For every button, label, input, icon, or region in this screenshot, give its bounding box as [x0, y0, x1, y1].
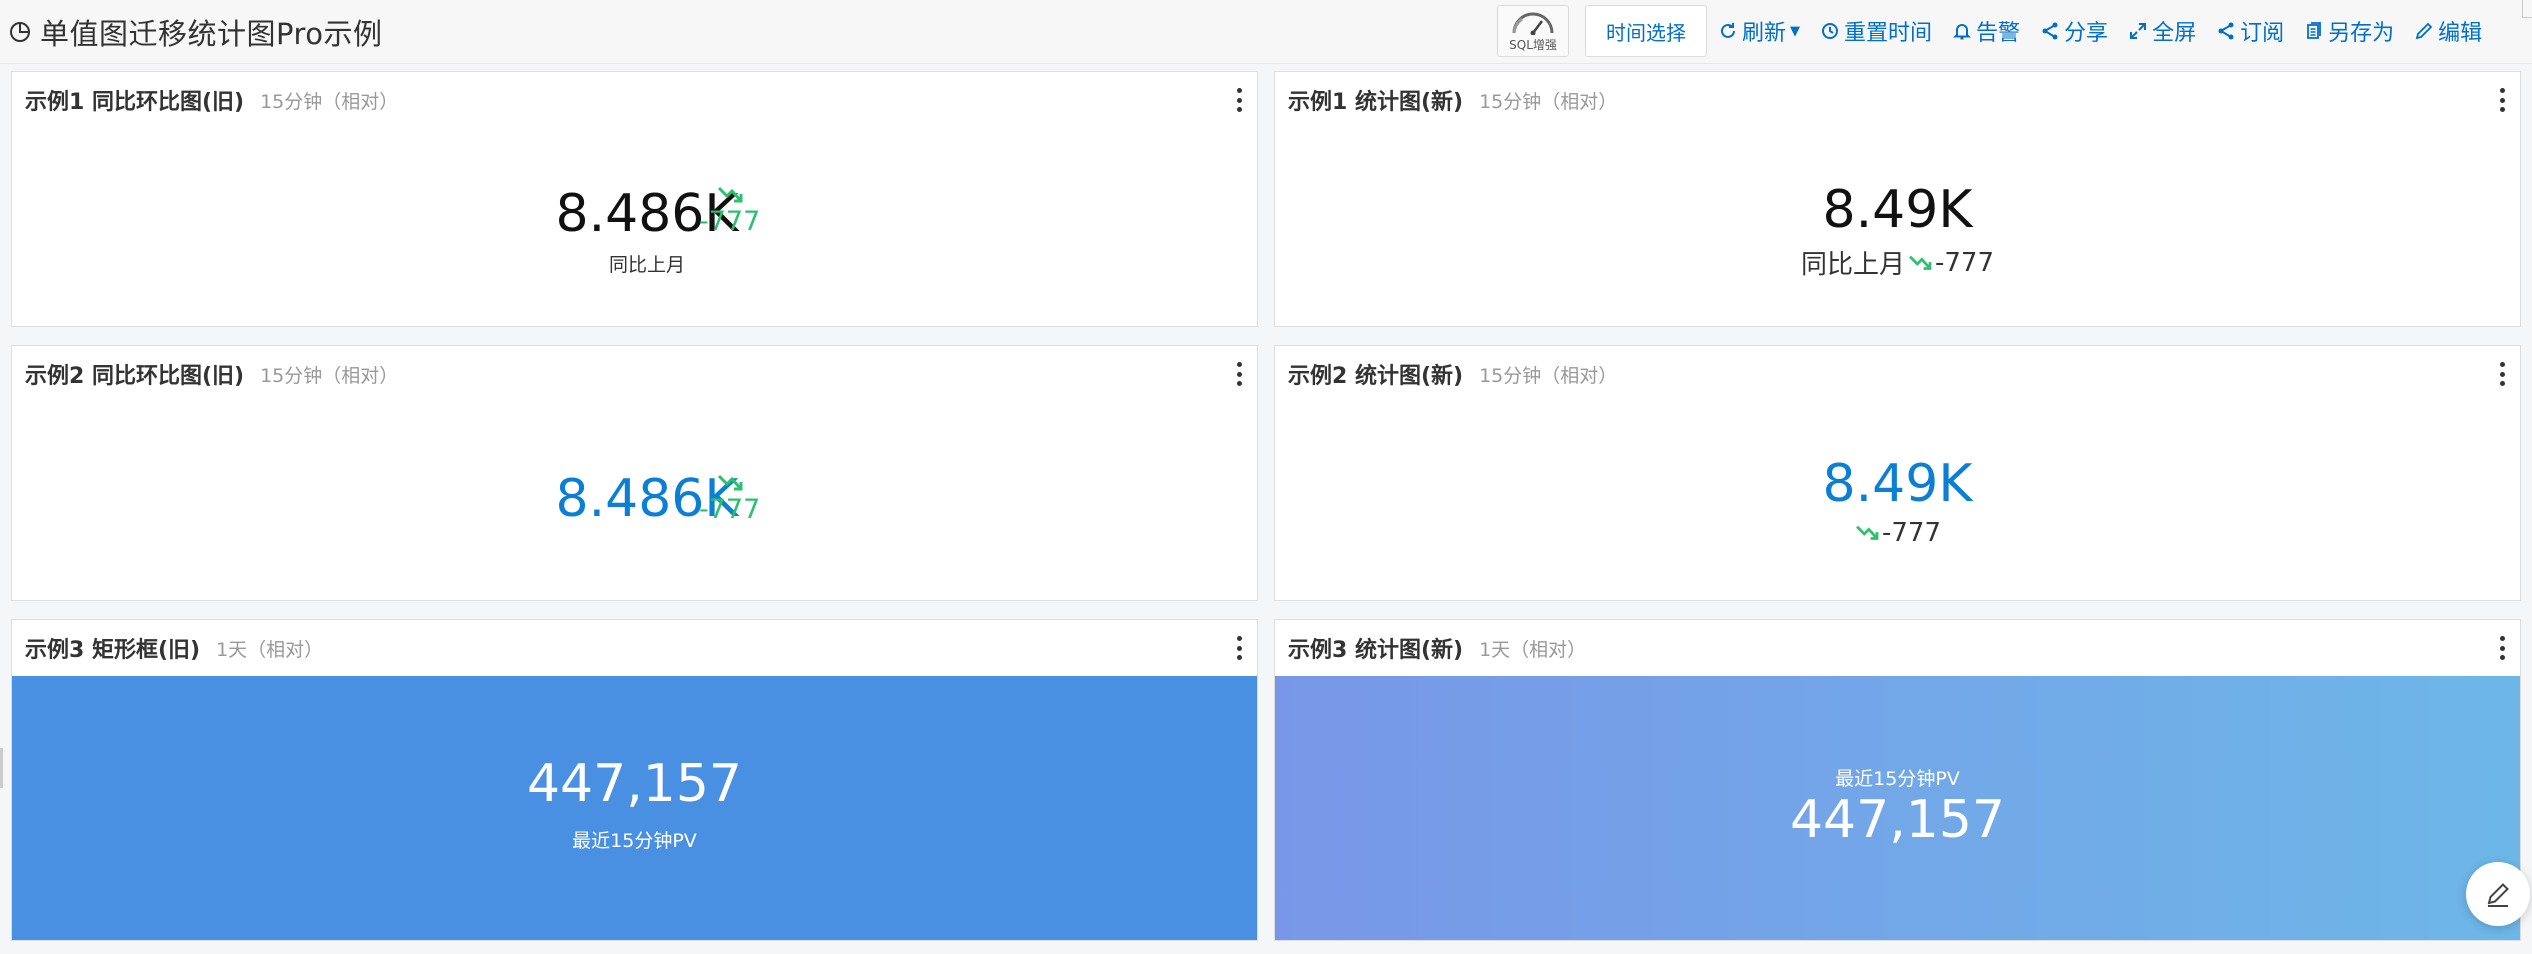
page-title: 单值图迁移统计图Pro示例: [40, 17, 383, 51]
panel-header: 示例3 矩形框(旧) 1天（相对）: [12, 620, 1257, 676]
rect-box: 447,157 最近15分钟PV: [12, 676, 1257, 940]
save-as-icon: [2307, 22, 2321, 39]
toolbar: 刷新 ▼ 重置时间 告警 分享 全屏 订阅 另存为 编辑: [1718, 14, 2502, 48]
panel-p1-new: 示例1 统计图(新) 15分钟（相对） 8.49K 同比上月 -777: [1274, 71, 2521, 327]
share-icon: [2042, 22, 2058, 40]
reset-time-button[interactable]: 重置时间: [1820, 15, 1932, 47]
subscribe-icon: [2218, 22, 2234, 40]
edit-icon: [2415, 22, 2433, 40]
panel-p3-old: 示例3 矩形框(旧) 1天（相对） 447,157 最近15分钟PV: [11, 619, 1258, 941]
trend-delta: -777: [1935, 247, 1995, 278]
trend-delta: -777: [699, 494, 761, 525]
subscribe-label: 订阅: [2240, 21, 2285, 46]
panel-p2-new: 示例2 统计图(新) 15分钟（相对） 8.49K -777: [1274, 345, 2521, 601]
panel-title: 示例3 统计图(新): [1288, 638, 1464, 663]
panel-time-range: 1天（相对）: [216, 638, 324, 661]
resize-handle[interactable]: [0, 748, 3, 788]
chevron-down-icon[interactable]: ▼: [1790, 24, 1800, 39]
more-menu-icon[interactable]: [1235, 88, 1243, 112]
more-menu-icon[interactable]: [1235, 636, 1243, 660]
floating-edit-button[interactable]: [2466, 862, 2530, 926]
subscribe-button[interactable]: 订阅: [2216, 15, 2284, 47]
trend-delta: -777: [699, 206, 761, 237]
panel-time-range: 1天（相对）: [1479, 638, 1587, 661]
history-icon: [1822, 23, 1839, 39]
corner-marker: [2522, 0, 2532, 18]
panel-title: 示例1 同比环比图(旧): [25, 90, 245, 115]
pencil-icon: [2487, 883, 2509, 907]
panel-title: 示例1 统计图(新): [1288, 90, 1464, 115]
more-menu-icon[interactable]: [1235, 362, 1243, 386]
fullscreen-label: 全屏: [2152, 21, 2197, 46]
stat-label: 同比上月: [1800, 250, 1905, 280]
share-button[interactable]: 分享: [2040, 15, 2108, 47]
stat-label: 同比上月: [608, 254, 685, 276]
trend-down-icon: [1856, 525, 1879, 540]
panel-time-range: 15分钟（相对）: [260, 90, 399, 113]
refresh-icon: [1721, 23, 1735, 38]
save-as-label: 另存为: [2328, 21, 2395, 46]
stat-label: 最近15分钟PV: [572, 830, 697, 852]
stat-label: 最近15分钟PV: [1835, 768, 1960, 790]
refresh-button[interactable]: 刷新 ▼: [1718, 15, 1800, 47]
sql-enhance-label: SQL增强: [1509, 38, 1557, 52]
panel-header: 示例2 统计图(新) 15分钟（相对）: [1275, 346, 2520, 402]
sql-enhance-button[interactable]: SQL增强: [1497, 5, 1569, 57]
stat-value: 447,157: [1789, 790, 2006, 850]
trend-indicator: -777: [699, 472, 760, 523]
more-menu-icon[interactable]: [2498, 636, 2506, 660]
panel-time-range: 15分钟（相对）: [1479, 364, 1618, 387]
panel-header: 示例3 统计图(新) 1天（相对）: [1275, 620, 2520, 676]
panel-p1-old: 示例1 同比环比图(旧) 15分钟（相对） 8.486K 同比上月 -777: [11, 71, 1258, 327]
trend-down-icon: [1909, 255, 1932, 270]
stat-value: 8.49K: [1822, 180, 1973, 240]
panel-time-range: 15分钟（相对）: [260, 364, 399, 387]
stat-value: 8.49K: [1822, 454, 1973, 514]
more-menu-icon[interactable]: [2498, 362, 2506, 386]
panel-title: 示例2 统计图(新): [1288, 364, 1464, 389]
speedometer-icon: [1512, 12, 1554, 35]
alert-button[interactable]: 告警: [1952, 15, 2020, 47]
alert-label: 告警: [1976, 21, 2021, 46]
dashboard-icon: [10, 22, 30, 42]
panel-time-range: 15分钟（相对）: [1479, 90, 1618, 113]
gradient-box: 最近15分钟PV 447,157: [1275, 676, 2520, 940]
panel-p3-new: 示例3 统计图(新) 1天（相对） 最近15分钟PV 447,157: [1274, 619, 2521, 941]
panel-header: 示例2 同比环比图(旧) 15分钟（相对）: [12, 346, 1257, 402]
panel-title: 示例2 同比环比图(旧): [25, 364, 245, 389]
bell-icon: [1953, 24, 1971, 40]
panel-header: 示例1 统计图(新) 15分钟（相对）: [1275, 72, 2520, 128]
time-select-button[interactable]: 时间选择: [1585, 5, 1707, 57]
fullscreen-icon: [2130, 23, 2147, 39]
save-as-button[interactable]: 另存为: [2304, 15, 2394, 47]
stat-value: 447,157: [526, 754, 743, 814]
stat-comparison: -777: [1275, 518, 2520, 548]
trend-down-icon: [717, 186, 743, 203]
edit-button[interactable]: 编辑: [2414, 15, 2482, 47]
dashboard-header: 单值图迁移统计图Pro示例 SQL增强 时间选择 刷新 ▼ 重置时间 告警 分享: [0, 0, 2532, 64]
fullscreen-button[interactable]: 全屏: [2128, 15, 2196, 47]
share-label: 分享: [2064, 21, 2109, 46]
trend-delta: -777: [1881, 518, 1941, 548]
reset-time-label: 重置时间: [1844, 21, 1933, 46]
panel-title: 示例3 矩形框(旧): [25, 638, 201, 663]
more-menu-icon[interactable]: [2498, 88, 2506, 112]
trend-indicator: -777: [699, 184, 760, 235]
panel-p2-old: 示例2 同比环比图(旧) 15分钟（相对） 8.486K -777: [11, 345, 1258, 601]
dashboard-title-group: 单值图迁移统计图Pro示例: [8, 14, 383, 51]
stat-comparison: 同比上月 -777: [1275, 244, 2520, 281]
refresh-label: 刷新: [1742, 21, 1787, 46]
edit-label: 编辑: [2438, 21, 2483, 46]
trend-down-icon: [717, 474, 743, 491]
panel-header: 示例1 同比环比图(旧) 15分钟（相对）: [12, 72, 1257, 128]
